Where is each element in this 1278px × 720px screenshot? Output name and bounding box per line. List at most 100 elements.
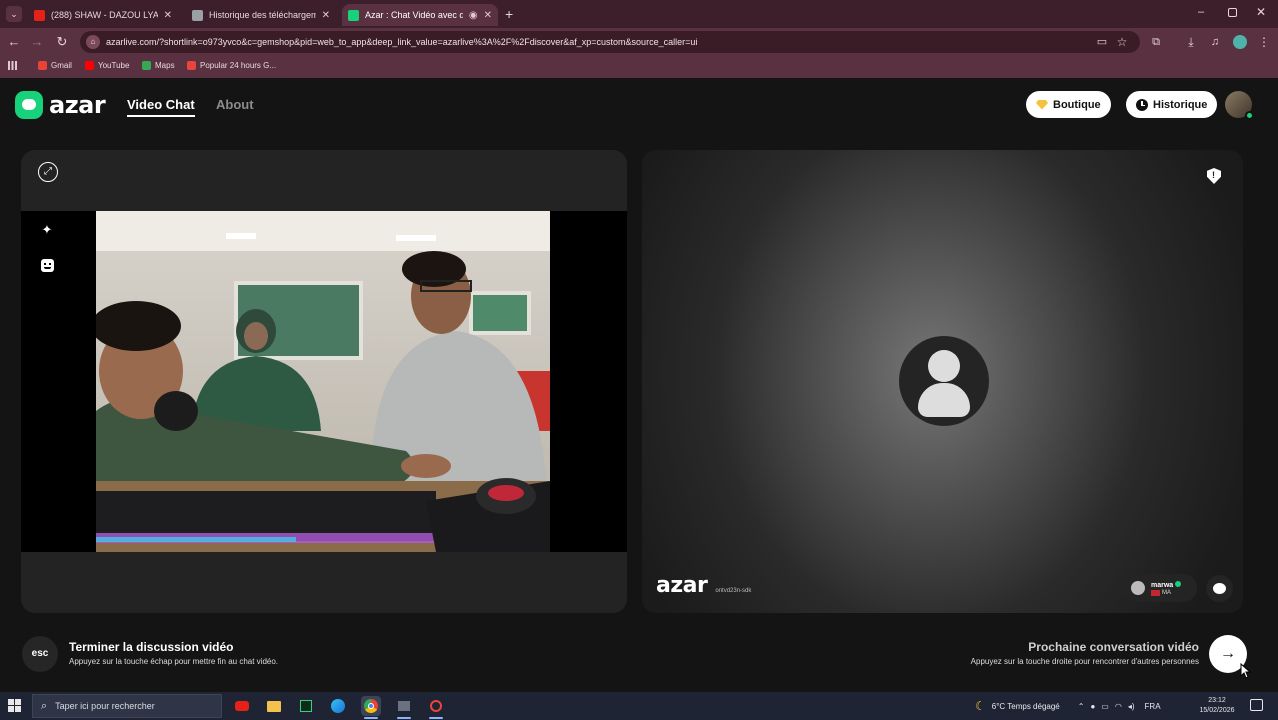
azar-logo[interactable]: azar	[15, 91, 106, 119]
watermark-id: ontvd23n-sdk	[715, 588, 752, 594]
download-icon	[192, 9, 203, 21]
magic-wand-icon[interactable]: ✦	[34, 217, 60, 243]
boutique-button[interactable]: Boutique	[1026, 91, 1111, 118]
wifi-icon[interactable]: ◠	[1115, 702, 1122, 711]
bookmark-label: Gmail	[51, 61, 72, 70]
nav-video-chat[interactable]: Video Chat	[127, 97, 195, 117]
next-chat-title: Prochaine conversation vidéo	[1028, 640, 1199, 654]
windows-taskbar: ⌕ Taper ici pour rechercher ☾ 6°C Temps …	[0, 692, 1278, 720]
bookmark-label: Popular 24 hours G...	[200, 61, 277, 70]
tab-search-button[interactable]: ⌄	[6, 6, 22, 22]
browser-tabstrip: ⌄ (288) SHAW - DAZOU LYAM [O ✕ Historiqu…	[0, 0, 1278, 28]
reload-icon[interactable]: ↻	[54, 34, 70, 50]
bookmark-youtube[interactable]: YouTube	[85, 61, 129, 70]
browser-tab-azar[interactable]: Azar : Chat Vidéo avec de ◉ ✕	[342, 4, 498, 26]
watermark-logo: azar	[656, 573, 708, 598]
browser-tab-downloads[interactable]: Historique des téléchargements ✕	[186, 4, 336, 26]
youtube-icon	[85, 61, 94, 70]
historique-button[interactable]: Historique	[1126, 91, 1218, 118]
nav-about[interactable]: About	[216, 97, 254, 112]
tab-title: Azar : Chat Vidéo avec de	[365, 10, 463, 20]
url-text: azarlive.com/?shortlink=o973yvco&c=gemsh…	[106, 37, 698, 47]
search-icon: ⌕	[41, 699, 48, 712]
close-tab-icon[interactable]: ✕	[322, 10, 330, 21]
windows-start-icon[interactable]	[8, 699, 22, 713]
azar-logo-icon	[15, 91, 43, 119]
microphone-icon[interactable]: ●	[1090, 702, 1095, 711]
bookmark-popular[interactable]: Popular 24 hours G...	[187, 61, 276, 70]
minimize-icon[interactable]: –	[1198, 6, 1204, 18]
taskbar-youtube-icon[interactable]	[232, 696, 252, 716]
bookmark-star-icon[interactable]: ☆	[1114, 34, 1130, 50]
peer-info-chip[interactable]: marwa MA	[1125, 574, 1197, 602]
expand-icon[interactable]: ⤢	[38, 162, 58, 182]
address-bar[interactable]: ⌂ azarlive.com/?shortlink=o973yvco&c=gem…	[80, 31, 1140, 53]
restore-icon[interactable]	[1228, 8, 1237, 17]
system-tray: ☾ 6°C Temps dégagé ⌃ ● ▭ ◠ ◂) FRA	[975, 692, 1161, 720]
webcam-feed	[96, 211, 550, 552]
taskbar-recorder-icon[interactable]	[426, 696, 446, 719]
search-placeholder: Taper ici pour rechercher	[55, 701, 155, 711]
peer-country: MA	[1162, 589, 1171, 596]
input-language[interactable]: FRA	[1145, 702, 1161, 711]
arrow-right-icon: →	[1220, 645, 1236, 662]
chevron-up-icon[interactable]: ⌃	[1078, 702, 1085, 711]
historique-label: Historique	[1153, 98, 1208, 111]
volume-icon[interactable]: ◂)	[1128, 702, 1135, 711]
mouse-cursor-icon	[1240, 663, 1252, 679]
end-chat-button[interactable]: esc	[22, 636, 58, 672]
taskbar-terminal-icon[interactable]	[296, 696, 316, 716]
youtube-icon	[34, 9, 45, 21]
clock-icon	[1136, 98, 1148, 111]
back-arrow-icon[interactable]: ←	[6, 34, 22, 50]
browser-toolbar: ← → ↻ ⌂ azarlive.com/?shortlink=o973yvco…	[0, 28, 1278, 56]
gem-icon	[1036, 99, 1048, 110]
taskbar-edge-icon[interactable]	[328, 696, 348, 716]
cast-icon[interactable]: ▭	[1094, 34, 1110, 50]
gmail-icon	[38, 61, 47, 70]
recording-icon: ◉	[468, 9, 478, 21]
face-filter-icon[interactable]	[34, 251, 60, 277]
apps-grid-icon[interactable]	[8, 61, 17, 70]
azar-app: azar Video Chat About Boutique Historiqu…	[0, 78, 1278, 692]
verified-icon	[1175, 580, 1182, 587]
chat-bubble-icon[interactable]	[1206, 575, 1233, 602]
network-icon[interactable]: ▭	[1101, 702, 1109, 711]
taskbar-app-icon[interactable]	[394, 696, 414, 719]
menu-dots-icon[interactable]: ⋮	[1256, 34, 1272, 50]
media-control-icon[interactable]: ♫	[1207, 34, 1223, 50]
boutique-label: Boutique	[1053, 98, 1101, 111]
taskbar-file-explorer-icon[interactable]	[264, 696, 284, 716]
local-video: ✦	[21, 211, 627, 552]
remote-video-panel: ! azar ontvd23n-sdk marwa MA	[642, 150, 1243, 613]
close-tab-icon[interactable]: ✕	[164, 10, 172, 21]
notification-icon[interactable]	[1250, 699, 1263, 711]
end-chat-title: Terminer la discussion vidéo	[69, 640, 234, 654]
tab-title: (288) SHAW - DAZOU LYAM [O	[51, 10, 158, 20]
weather-text[interactable]: 6°C Temps dégagé	[992, 702, 1060, 711]
bookmark-gmail[interactable]: Gmail	[38, 61, 72, 70]
new-tab-button[interactable]: +	[505, 6, 513, 22]
site-info-icon[interactable]: ⌂	[86, 35, 100, 49]
clock-time: 23:12	[1208, 697, 1226, 704]
bookmark-label: Maps	[155, 61, 175, 70]
forward-arrow-icon[interactable]: →	[29, 34, 45, 50]
taskbar-search-box[interactable]: ⌕ Taper ici pour rechercher	[32, 694, 222, 718]
browser-tab-youtube[interactable]: (288) SHAW - DAZOU LYAM [O ✕	[28, 4, 178, 26]
logo-text: azar	[49, 91, 106, 119]
user-avatar[interactable]	[1225, 91, 1254, 120]
taskbar-chrome-icon[interactable]	[361, 696, 381, 719]
bookmark-label: YouTube	[98, 61, 130, 70]
bookmarks-bar: Gmail YouTube Maps Popular 24 hours G...	[0, 56, 1278, 78]
extensions-icon[interactable]: ⧉	[1148, 34, 1164, 50]
taskbar-clock[interactable]: 23:12 15/02/2026	[1196, 696, 1238, 716]
close-tab-icon[interactable]: ✕	[484, 10, 492, 21]
profile-avatar[interactable]	[1233, 35, 1247, 49]
bookmark-maps[interactable]: Maps	[142, 61, 175, 70]
report-shield-icon[interactable]: !	[1207, 168, 1221, 184]
end-chat-hint: Appuyez sur la touche échap pour mettre …	[69, 657, 279, 666]
download-icon[interactable]: ⤓	[1183, 34, 1199, 50]
moon-weather-icon: ☾	[975, 699, 986, 713]
close-window-icon[interactable]: ✕	[1256, 5, 1266, 19]
peer-placeholder-avatar-icon	[899, 336, 989, 426]
